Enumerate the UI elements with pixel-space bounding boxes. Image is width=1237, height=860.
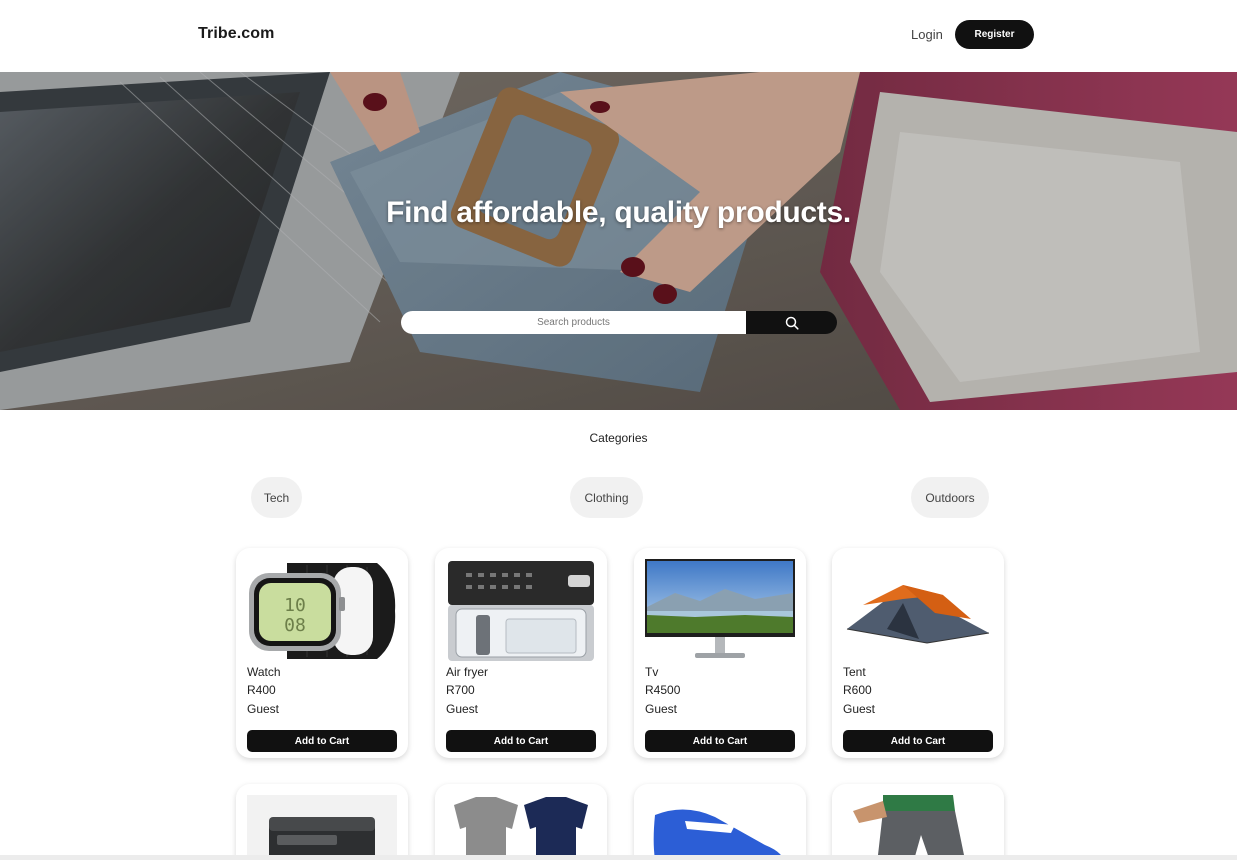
- add-to-cart-button[interactable]: Add to Cart: [645, 730, 795, 752]
- product-image-sneakers: [653, 809, 784, 860]
- product-card: Tv R4500 Guest Add to Cart: [634, 548, 806, 758]
- category-chip-outdoors[interactable]: Outdoors: [911, 477, 989, 518]
- product-card: 10 08 Watch R400 Guest Add to Cart: [236, 548, 408, 758]
- product-price: R700: [446, 683, 475, 697]
- categories-heading: Categories: [589, 431, 648, 445]
- product-seller: Guest: [446, 702, 479, 716]
- product-price: R4500: [645, 683, 681, 697]
- product-price: R400: [247, 683, 276, 697]
- product-card-partial: [832, 784, 1004, 860]
- svg-text:08: 08: [284, 615, 306, 636]
- register-button[interactable]: Register: [955, 20, 1034, 49]
- product-image-air-fryer: [448, 561, 594, 661]
- product-name: Air fryer: [446, 665, 488, 679]
- add-to-cart-button[interactable]: Add to Cart: [446, 730, 596, 752]
- add-to-cart-button[interactable]: Add to Cart: [247, 730, 397, 752]
- product-image-tshirts: [454, 797, 588, 860]
- site-header: Tribe.com Login Register: [0, 0, 1237, 72]
- product-image-pants: [843, 795, 993, 860]
- product-price: R600: [843, 683, 872, 697]
- product-card-partial: [634, 784, 806, 860]
- product-card-partial: [236, 784, 408, 860]
- product-image-tent: [846, 585, 990, 644]
- product-seller: Guest: [247, 702, 280, 716]
- product-name: Tv: [645, 665, 659, 679]
- search-icon: [785, 316, 799, 330]
- product-name: Tent: [843, 665, 866, 679]
- add-to-cart-button[interactable]: Add to Cart: [843, 730, 993, 752]
- product-seller: Guest: [843, 702, 876, 716]
- hero-banner: Find affordable, quality products.: [0, 72, 1237, 410]
- search-input[interactable]: [401, 311, 746, 334]
- product-image-watch: 10 08: [249, 563, 396, 659]
- login-link[interactable]: Login: [911, 27, 943, 42]
- site-logo[interactable]: Tribe.com: [198, 25, 274, 43]
- product-card-partial: [435, 784, 607, 860]
- hero-background-image: [0, 72, 1237, 410]
- category-chip-tech[interactable]: Tech: [251, 477, 302, 518]
- product-image-cooler: [247, 795, 397, 860]
- svg-text:10: 10: [284, 595, 306, 616]
- product-seller: Guest: [645, 702, 678, 716]
- product-image-tv: [645, 559, 795, 658]
- hero-title: Find affordable, quality products.: [386, 196, 851, 229]
- product-card: Air fryer R700 Guest Add to Cart: [435, 548, 607, 758]
- search-bar: [401, 311, 837, 334]
- product-name: Watch: [247, 665, 281, 679]
- search-button[interactable]: [746, 311, 837, 334]
- product-card: Tent R600 Guest Add to Cart: [832, 548, 1004, 758]
- category-chip-clothing[interactable]: Clothing: [570, 477, 643, 518]
- horizontal-scrollbar[interactable]: [0, 855, 1237, 860]
